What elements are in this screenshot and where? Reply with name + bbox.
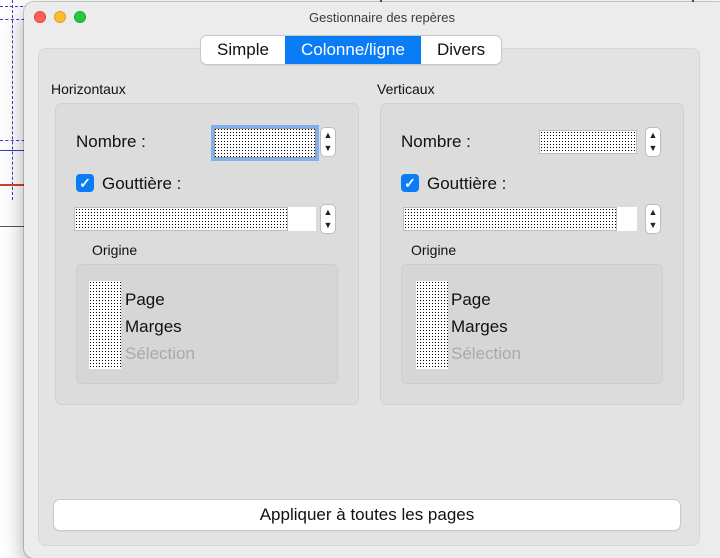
stepper-down-icon[interactable]: ▼ (324, 221, 333, 230)
zoom-window-button[interactable] (74, 11, 86, 23)
horizontal-count-field[interactable] (214, 128, 316, 158)
vertical-group-title: Verticaux (377, 81, 435, 97)
titlebar: Gestionnaire des repères (24, 2, 720, 32)
vertical-gutter-field-end (617, 207, 637, 231)
tab-bar: Simple Colonne/ligne Divers (201, 36, 502, 64)
window-controls (34, 11, 86, 23)
horizontal-group-title: Horizontaux (51, 81, 126, 97)
tab-simple[interactable]: Simple (201, 36, 285, 64)
horizontal-group: Nombre : ▲ ▼ ✓ Gouttière : ▲ ▼ Origine P… (55, 103, 359, 405)
minimize-window-button[interactable] (54, 11, 66, 23)
checkmark-icon: ✓ (404, 174, 416, 191)
horizontal-origin-selection: Sélection (125, 344, 195, 363)
stepper-up-icon[interactable]: ▲ (649, 208, 658, 217)
vertical-origin-title: Origine (411, 242, 457, 258)
vertical-gutter-checkbox[interactable]: ✓ (401, 174, 419, 192)
horizontal-count-stepper[interactable]: ▲ ▼ (320, 127, 336, 157)
vertical-gutter-field[interactable] (403, 207, 617, 231)
vertical-gutter-stepper[interactable]: ▲ ▼ (645, 204, 661, 234)
stepper-down-icon[interactable]: ▼ (649, 221, 658, 230)
vertical-origin-margins[interactable]: Marges (451, 317, 508, 337)
horizontal-count-label: Nombre : (76, 132, 146, 151)
stepper-down-icon[interactable]: ▼ (649, 144, 658, 153)
vertical-count-label: Nombre : (401, 132, 471, 151)
horizontal-gutter-field[interactable] (74, 207, 288, 231)
vertical-group: Nombre : ▲ ▼ ✓ Gouttière : ▲ ▼ Origine P… (380, 103, 684, 405)
vertical-count-field[interactable] (539, 130, 637, 154)
horizontal-origin-page[interactable]: Page (125, 290, 165, 310)
horizontal-gutter-label: Gouttière : (102, 174, 182, 193)
vertical-origin-selection: Sélection (451, 344, 521, 363)
horizontal-origin-title: Origine (92, 242, 138, 258)
ruler-line (0, 226, 24, 227)
close-window-button[interactable] (34, 11, 46, 23)
stepper-up-icon[interactable]: ▲ (649, 131, 658, 140)
window-title: Gestionnaire des repères (309, 9, 455, 25)
apply-all-pages-button[interactable]: Appliquer à toutes les pages (54, 500, 680, 530)
vertical-gutter-label: Gouttière : (427, 174, 507, 193)
content-panel: Horizontaux Nombre : ▲ ▼ ✓ Gouttière : ▲… (38, 48, 700, 546)
stepper-up-icon[interactable]: ▲ (324, 131, 333, 140)
horizontal-origin-box: Page Marges Sélection (76, 264, 338, 384)
vertical-origin-radio-group[interactable] (416, 281, 448, 369)
stepper-up-icon[interactable]: ▲ (324, 208, 333, 217)
guide-line-vertical (12, 0, 13, 200)
vertical-origin-page[interactable]: Page (451, 290, 491, 310)
horizontal-origin-margins[interactable]: Marges (125, 317, 182, 337)
horizontal-origin-radio-group[interactable] (89, 281, 121, 369)
tab-misc[interactable]: Divers (421, 36, 501, 64)
horizontal-gutter-checkbox[interactable]: ✓ (76, 174, 94, 192)
horizontal-gutter-stepper[interactable]: ▲ ▼ (320, 204, 336, 234)
guide-line-blue (0, 150, 24, 151)
guide-manager-window: Gestionnaire des repères Horizontaux Nom… (24, 2, 720, 558)
tab-column-row[interactable]: Colonne/ligne (284, 36, 421, 64)
stepper-down-icon[interactable]: ▼ (324, 144, 333, 153)
guide-line-red (0, 184, 24, 186)
vertical-origin-box: Page Marges Sélection (401, 264, 663, 384)
checkmark-icon: ✓ (79, 174, 91, 191)
horizontal-gutter-field-end (288, 207, 316, 231)
vertical-count-stepper[interactable]: ▲ ▼ (645, 127, 661, 157)
